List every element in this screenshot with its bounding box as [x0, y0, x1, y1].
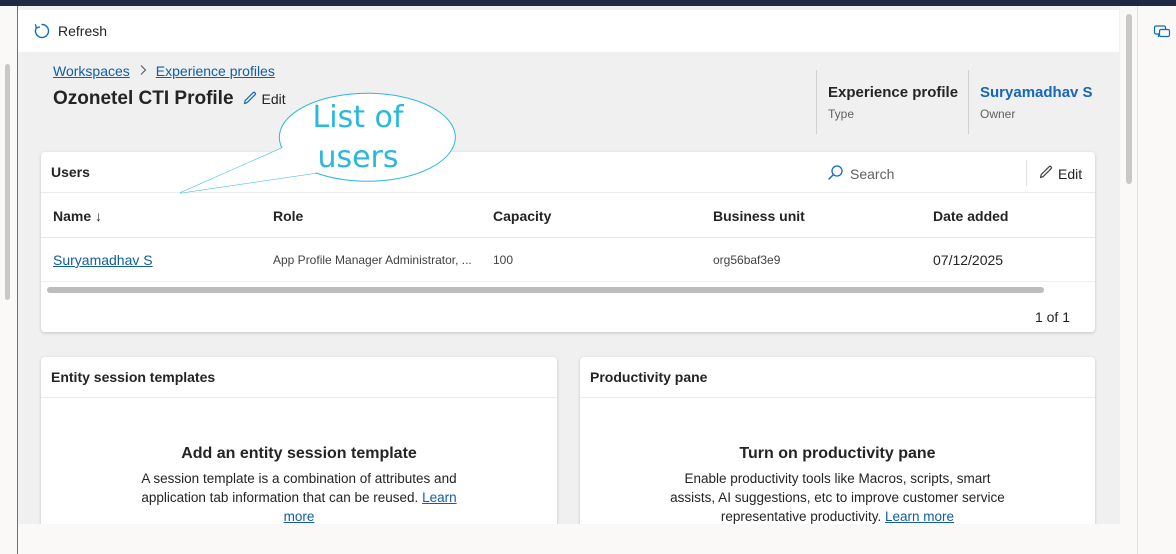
users-search-input[interactable]: Search [827, 164, 894, 184]
entity-templates-empty-body: A session template is a combination of a… [129, 469, 469, 524]
chat-icon[interactable] [1153, 23, 1171, 46]
pencil-icon [242, 90, 258, 109]
callout-text: List of users [312, 100, 404, 175]
entity-session-templates-card: Entity session templates Add an entity s… [41, 357, 557, 524]
refresh-button[interactable]: Refresh [34, 23, 107, 39]
refresh-label: Refresh [58, 23, 108, 39]
right-panel-divider [1137, 6, 1138, 554]
meta-owner: Suryamadhav S Owner [968, 70, 1093, 134]
productivity-empty-body: Enable productivity tools like Macros, s… [668, 469, 1008, 524]
productivity-empty-text: Enable productivity tools like Macros, s… [670, 471, 1005, 524]
header-divider [1026, 160, 1027, 186]
left-scrollbar-thumb[interactable] [5, 64, 10, 300]
productivity-learn-more-link[interactable]: Learn more [885, 509, 954, 524]
title-edit-button[interactable]: Edit [242, 90, 286, 109]
column-header-role[interactable]: Role [273, 194, 303, 237]
productivity-title: Productivity pane [590, 369, 708, 385]
users-edit-button[interactable]: Edit [1038, 164, 1082, 183]
productivity-pane-card: Productivity pane Turn on productivity p… [580, 357, 1095, 524]
column-header-capacity[interactable]: Capacity [493, 194, 551, 237]
page-title: Ozonetel CTI Profile [53, 88, 234, 109]
productivity-empty-title: Turn on productivity pane [739, 445, 936, 462]
entity-templates-empty-text: A session template is a combination of a… [141, 471, 457, 505]
users-edit-label: Edit [1058, 165, 1083, 182]
entity-templates-empty-title: Add an entity session template [181, 445, 417, 462]
meta-type-label: Type [828, 107, 855, 121]
title-row: Ozonetel CTI Profile Edit [53, 88, 286, 110]
bottom-strip [18, 524, 1120, 554]
column-header-name[interactable]: Name ↓ [53, 194, 102, 237]
users-title: Users [51, 164, 90, 180]
horizontal-scrollbar[interactable] [47, 287, 1044, 293]
search-icon [827, 164, 844, 184]
pager-status: 1 of 1 [1034, 309, 1070, 325]
search-placeholder: Search [850, 166, 895, 182]
main-content: Refresh Workspaces Experience profiles O… [18, 6, 1120, 524]
meta-type-value: Experience profile [828, 84, 959, 101]
entity-templates-header: Entity session templates [41, 357, 557, 398]
title-edit-label: Edit [261, 91, 286, 107]
cell-capacity: 100 [493, 253, 514, 267]
productivity-header: Productivity pane [580, 357, 1095, 398]
refresh-icon [34, 23, 50, 39]
table-row[interactable]: Suryamadhav S App Profile Manager Admini… [41, 239, 1095, 282]
users-grid-header: Name ↓ Role Capacity Business unit Date … [41, 194, 1095, 238]
column-header-date-added[interactable]: Date added [933, 194, 1008, 237]
right-side-panel [1120, 6, 1176, 554]
cell-date-added: 07/12/2025 [933, 252, 1004, 268]
entity-templates-title: Entity session templates [51, 369, 216, 385]
breadcrumb: Workspaces Experience profiles [53, 63, 275, 79]
left-rail [0, 6, 18, 554]
meta-owner-value[interactable]: Suryamadhav S [980, 70, 1093, 101]
cell-name: Suryamadhav S [53, 239, 153, 281]
breadcrumb-experience-profiles[interactable]: Experience profiles [156, 63, 275, 79]
command-bar: Refresh [18, 10, 1119, 52]
column-header-business-unit[interactable]: Business unit [713, 194, 805, 237]
cell-role: App Profile Manager Administrator, ... [273, 253, 472, 267]
cell-business-unit: org56baf3e9 [713, 253, 781, 267]
users-card-header: Users Search Edit [41, 152, 1095, 193]
chevron-right-icon [138, 64, 148, 79]
meta-type: Experience profile Type [816, 70, 958, 134]
breadcrumb-workspaces[interactable]: Workspaces [53, 63, 130, 79]
users-card: Users Search Edit Name ↓ Role Capacity B… [41, 152, 1095, 332]
user-name-link[interactable]: Suryamadhav S [53, 252, 153, 268]
right-scrollbar-thumb[interactable] [1126, 14, 1132, 184]
meta-owner-label: Owner [980, 107, 1016, 121]
pencil-icon [1038, 164, 1054, 183]
